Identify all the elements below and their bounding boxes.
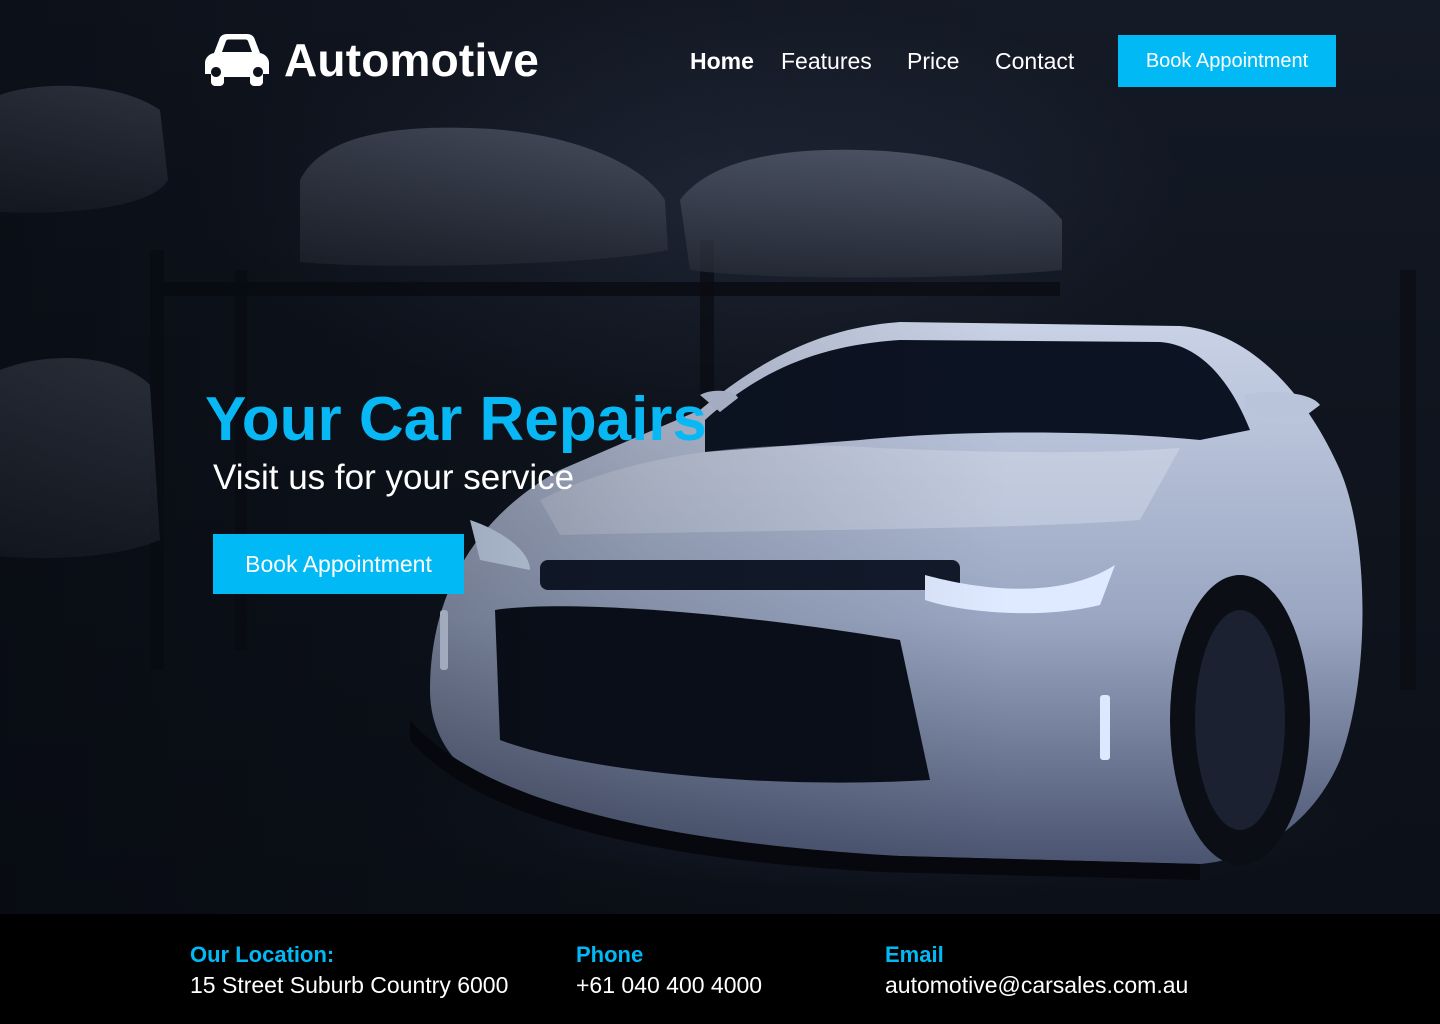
header-book-appointment-button[interactable]: Book Appointment <box>1118 35 1336 87</box>
contact-footer: Our Location: 15 Street Suburb Country 6… <box>0 914 1440 1024</box>
phone-block: Phone +61 040 400 4000 <box>576 942 762 1000</box>
nav-home[interactable]: Home <box>690 46 754 76</box>
site-header: Automotive Home Features Price Contact B… <box>0 0 1440 120</box>
location-label: Our Location: <box>190 942 335 967</box>
nav-price[interactable]: Price <box>907 46 959 76</box>
nav-features[interactable]: Features <box>781 46 872 76</box>
email-label: Email <box>885 942 944 967</box>
location-value: 15 Street Suburb Country 6000 <box>190 972 509 998</box>
hero-title: Your Car Repairs <box>205 385 707 454</box>
nav-contact[interactable]: Contact <box>995 46 1074 76</box>
hero-book-appointment-button[interactable]: Book Appointment <box>213 534 464 594</box>
car-icon <box>205 34 269 86</box>
hero-subtitle: Visit us for your service <box>213 458 575 497</box>
phone-value[interactable]: +61 040 400 4000 <box>576 970 762 1000</box>
logo[interactable]: Automotive <box>205 34 539 86</box>
location-block: Our Location: 15 Street Suburb Country 6… <box>190 942 508 1000</box>
email-value[interactable]: automotive@carsales.com.au <box>885 970 1188 1000</box>
email-block: Email automotive@carsales.com.au <box>885 942 1188 1000</box>
phone-label: Phone <box>576 942 644 967</box>
brand-name: Automotive <box>284 34 539 86</box>
